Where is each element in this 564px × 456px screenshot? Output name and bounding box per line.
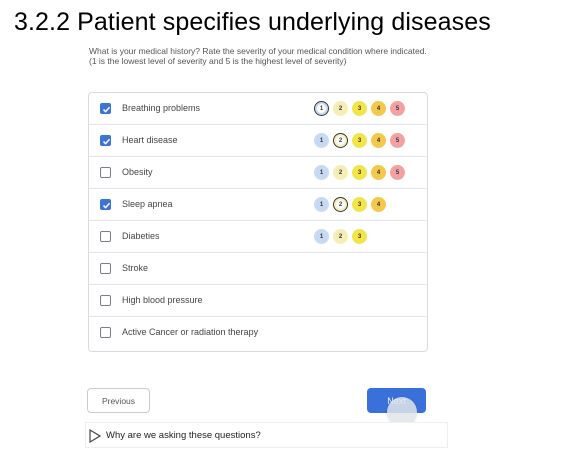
condition-checkbox[interactable] <box>100 199 111 210</box>
severity-level-3[interactable]: 3 <box>352 101 367 116</box>
severity-level-2[interactable]: 2 <box>333 165 348 180</box>
condition-checkbox[interactable] <box>100 135 111 146</box>
condition-row: Stroke <box>89 253 427 285</box>
severity-level-1[interactable]: 1 <box>314 229 329 244</box>
condition-row: Sleep apnea 1 2 3 4 <box>89 189 427 221</box>
condition-checkbox[interactable] <box>100 231 111 242</box>
condition-row: Diabeties 1 2 3 <box>89 221 427 253</box>
severity-level-4[interactable]: 4 <box>371 165 386 180</box>
why-asking-toggle[interactable]: Why are we asking these questions? <box>85 422 448 448</box>
condition-row: Breathing problems 1 2 3 4 5 <box>89 93 427 125</box>
condition-label: Breathing problems <box>122 103 201 113</box>
previous-button[interactable]: Previous <box>87 388 150 413</box>
severity-level-5[interactable]: 5 <box>390 133 405 148</box>
condition-checkbox[interactable] <box>100 167 111 178</box>
condition-row: High blood pressure <box>89 285 427 317</box>
condition-label: Sleep apnea <box>122 199 173 209</box>
severity-level-3[interactable]: 3 <box>352 229 367 244</box>
severity-level-4[interactable]: 4 <box>371 197 386 212</box>
condition-label: Heart disease <box>122 135 178 145</box>
condition-row: Obesity 1 2 3 4 5 <box>89 157 427 189</box>
condition-checkbox[interactable] <box>100 263 111 274</box>
severity-selector: 1234 <box>314 197 386 212</box>
severity-selector: 12345 <box>314 101 405 116</box>
severity-level-1[interactable]: 1 <box>314 133 329 148</box>
question-text: What is your medical history? Rate the s… <box>89 46 427 66</box>
severity-level-5[interactable]: 5 <box>390 101 405 116</box>
severity-level-4[interactable]: 4 <box>371 133 386 148</box>
why-asking-text: Why are we asking these questions? <box>106 430 261 441</box>
condition-label: Active Cancer or radiation therapy <box>122 327 259 337</box>
severity-level-2[interactable]: 2 <box>333 101 348 116</box>
condition-label: Diabeties <box>122 231 160 241</box>
severity-level-3[interactable]: 3 <box>352 197 367 212</box>
severity-level-4[interactable]: 4 <box>371 101 386 116</box>
play-triangle-icon <box>88 428 102 448</box>
condition-label: Obesity <box>122 167 153 177</box>
check-icon <box>102 202 111 209</box>
severity-level-3[interactable]: 3 <box>352 133 367 148</box>
severity-level-1[interactable]: 1 <box>314 101 329 116</box>
condition-label: Stroke <box>122 263 149 273</box>
condition-label: High blood pressure <box>122 295 203 305</box>
condition-checkbox[interactable] <box>100 295 111 306</box>
severity-level-2[interactable]: 2 <box>333 133 348 148</box>
severity-selector: 12345 <box>314 165 405 180</box>
severity-level-1[interactable]: 1 <box>314 197 329 212</box>
condition-row: Active Cancer or radiation therapy <box>89 317 427 349</box>
condition-checkbox[interactable] <box>100 103 111 114</box>
page-title: 3.2.2 Patient specifies underlying disea… <box>14 8 491 36</box>
severity-level-3[interactable]: 3 <box>352 165 367 180</box>
severity-level-2[interactable]: 2 <box>333 229 348 244</box>
severity-level-1[interactable]: 1 <box>314 165 329 180</box>
severity-level-2[interactable]: 2 <box>333 197 348 212</box>
check-icon <box>102 106 111 113</box>
condition-row: Heart disease 1 2 3 4 5 <box>89 125 427 157</box>
severity-selector: 123 <box>314 229 367 244</box>
severity-selector: 12345 <box>314 133 405 148</box>
conditions-card: Breathing problems 1 2 3 4 5 Heart disease 1 2 3 4… <box>88 92 428 352</box>
condition-checkbox[interactable] <box>100 327 111 338</box>
severity-level-5[interactable]: 5 <box>390 165 405 180</box>
check-icon <box>102 138 111 145</box>
